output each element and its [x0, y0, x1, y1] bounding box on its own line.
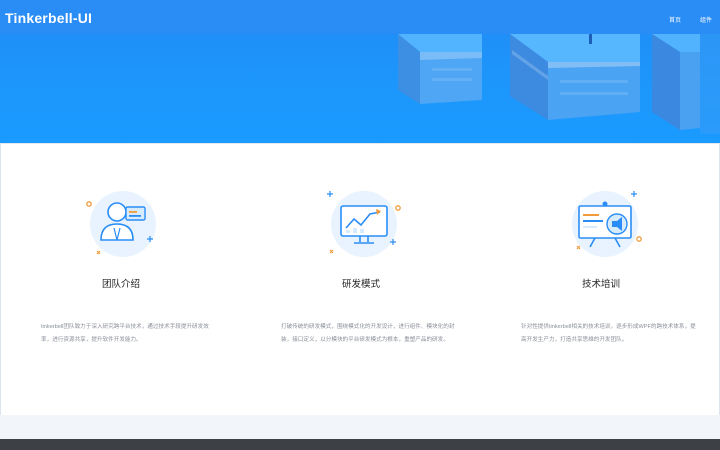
- page-footer: [0, 439, 720, 450]
- feature-description: 打破传统的研发模式，围绕模式化的开发设计，进行组件、模块化的封装，接口定义，以分…: [281, 324, 455, 343]
- feature-title: 研发模式: [341, 279, 380, 290]
- feature-title: 团队介绍: [101, 279, 140, 290]
- feature-dev-mode: 研发模式 打破传统的研发模式，围绕模式化的开发设计，进行组件、模块化的封装，接口…: [241, 144, 481, 416]
- training-board-icon: [572, 191, 642, 257]
- feature-training: 技术培训 针对性提供tinkerbell相关的技术培训，逐步形成WPF的跨技术体…: [481, 144, 720, 416]
- top-navbar: Tinkerbell-UI 首页 组件: [0, 0, 720, 34]
- feature-description: tinkerbell团队致力于深入研究跨平台技术，通过技术手段提升研发效率，进行…: [41, 324, 209, 343]
- feature-title: 技术培训: [581, 279, 620, 290]
- nav-link-home[interactable]: 首页: [669, 15, 681, 24]
- feature-team: 团队介绍 tinkerbell团队致力于深入研究跨平台技术，通过技术手段提升研发…: [1, 144, 241, 416]
- nav-link-components[interactable]: 组件: [700, 15, 712, 24]
- chart-monitor-icon: [327, 191, 401, 257]
- feature-section: 团队介绍 tinkerbell团队致力于深入研究跨平台技术，通过技术手段提升研发…: [0, 143, 720, 415]
- feature-description: 针对性提供tinkerbell相关的技术培训，逐步形成WPF的跨技术体系，提高开…: [521, 324, 696, 343]
- brand-logo[interactable]: Tinkerbell-UI: [5, 10, 92, 26]
- team-presentation-icon: [86, 191, 156, 257]
